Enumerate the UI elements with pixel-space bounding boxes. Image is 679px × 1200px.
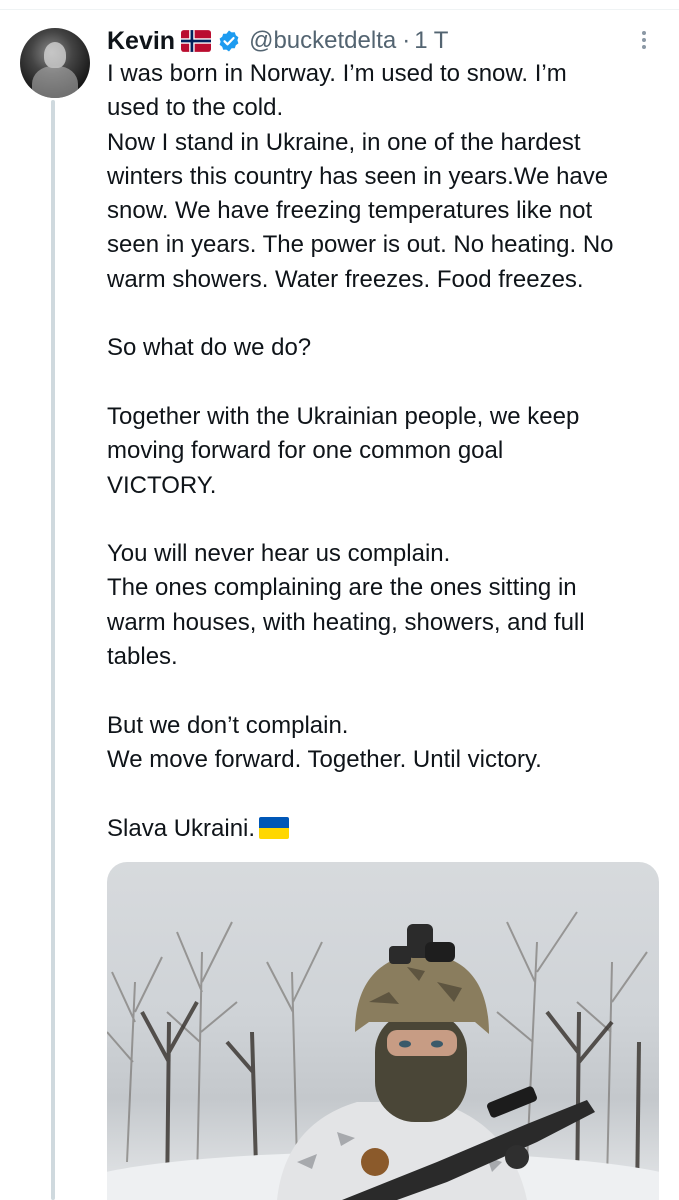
tweet-text-line: warm houses, with heating, showers, and … [107, 608, 585, 636]
tweet-text-line: But we don’t complain. [107, 711, 349, 739]
separator-dot: · [402, 27, 411, 54]
author-handle[interactable]: @bucketdelta [249, 27, 396, 55]
tweet-text-line: We move forward. Together. Until victory… [107, 745, 542, 773]
tweet-text: I was born in Norway. I’m used to snow. … [107, 57, 667, 846]
tweet-text-line: So what do we do? [107, 334, 312, 362]
tweet-text-line: Together with the Ukrainian people, we k… [107, 402, 580, 430]
avatar[interactable] [20, 28, 90, 98]
tweet-text-line: VICTORY. [107, 471, 217, 499]
more-options-icon[interactable] [632, 28, 656, 54]
tweet-text-line: Slava Ukraini. [107, 812, 667, 846]
norway-flag-icon [181, 30, 212, 52]
tweet-text-line: Now I stand in Ukraine, in one of the ha… [107, 128, 581, 156]
tweet-text-line: winters this country has seen in years.W… [107, 162, 609, 190]
tweet-text-line: tables. [107, 643, 178, 671]
tweet-text-line [107, 777, 667, 811]
tweet-text-line: moving forward for one common goal [107, 437, 504, 465]
tweet-text-line [107, 366, 667, 400]
author-name[interactable]: Kevin [107, 27, 175, 56]
tweet-text-line: seen in years. The power is out. No heat… [107, 231, 614, 259]
tweet-text-line: used to the cold. [107, 94, 284, 122]
verified-badge-icon[interactable] [217, 29, 241, 53]
tweet-text-line [107, 297, 667, 331]
thread-line [51, 100, 55, 1200]
avatar-figure [44, 42, 66, 68]
avatar-body [32, 66, 78, 98]
photo-soldier-in-snowy-forest [107, 911, 659, 1200]
tweet-text-line [107, 503, 667, 537]
tweet-text-line: You will never hear us complain. [107, 540, 451, 568]
tweet-text-line: snow. We have freezing temperatures like… [107, 197, 593, 225]
ukraine-flag-icon [259, 816, 290, 839]
tweet-text-last: Slava Ukraini. [107, 814, 256, 842]
tweet-header: Kevin @bucketdelta · 1 T [107, 24, 448, 58]
tweet-media-photo[interactable] [107, 862, 659, 1200]
tweet-text-line: warm showers. Water freezes. Food freeze… [107, 265, 584, 293]
tweet-text-line: The ones complaining are the ones sittin… [107, 574, 577, 602]
tweet-timestamp[interactable]: 1 T [414, 27, 448, 55]
tweet-text-line [107, 674, 667, 708]
tweet-text-line: I was born in Norway. I’m used to snow. … [107, 60, 567, 87]
top-divider [0, 9, 679, 10]
